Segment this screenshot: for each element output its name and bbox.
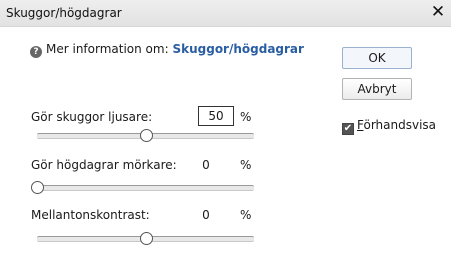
more-info-label: Mer information om: (46, 42, 169, 56)
close-icon[interactable]: ✕ (427, 1, 449, 23)
darken-highlights-slider-thumb[interactable] (31, 181, 44, 194)
lighten-shadows-label: Gör skuggor ljusare: (31, 110, 153, 124)
midtone-contrast-unit: % (240, 208, 252, 222)
darken-highlights-value[interactable]: 0 (186, 158, 226, 172)
help-icon: ? (30, 46, 42, 58)
cancel-button[interactable]: Avbryt (342, 78, 412, 100)
preview-label-rest: örhandsvisa (363, 118, 437, 132)
more-info-link[interactable]: Skuggor/högdagrar (172, 42, 303, 56)
darken-highlights-slider-track[interactable] (37, 185, 254, 191)
preview-label: Förhandsvisa (357, 118, 436, 132)
midtone-contrast-value[interactable]: 0 (186, 208, 226, 222)
midtone-contrast-slider-thumb[interactable] (139, 232, 153, 245)
title-bar[interactable]: Skuggor/högdagrar ✕ (0, 0, 451, 27)
darken-highlights-label: Gör högdagrar mörkare: (31, 158, 177, 172)
lighten-shadows-input[interactable]: 50 (198, 106, 234, 126)
lighten-shadows-slider-thumb[interactable] (139, 129, 153, 142)
window-title: Skuggor/högdagrar (6, 6, 122, 20)
more-info-row: ? Mer information om: Skuggor/högdagrar (30, 42, 304, 58)
lighten-shadows-unit: % (240, 110, 252, 124)
preview-toggle[interactable]: ✔ Förhandsvisa (342, 118, 436, 135)
shadows-highlights-dialog: Skuggor/högdagrar ✕ ? Mer information om:… (0, 0, 451, 261)
darken-highlights-unit: % (240, 158, 252, 172)
ok-button[interactable]: OK (342, 47, 412, 69)
midtone-contrast-label: Mellantonskontrast: (31, 208, 150, 222)
preview-checkbox[interactable]: ✔ (342, 123, 354, 135)
